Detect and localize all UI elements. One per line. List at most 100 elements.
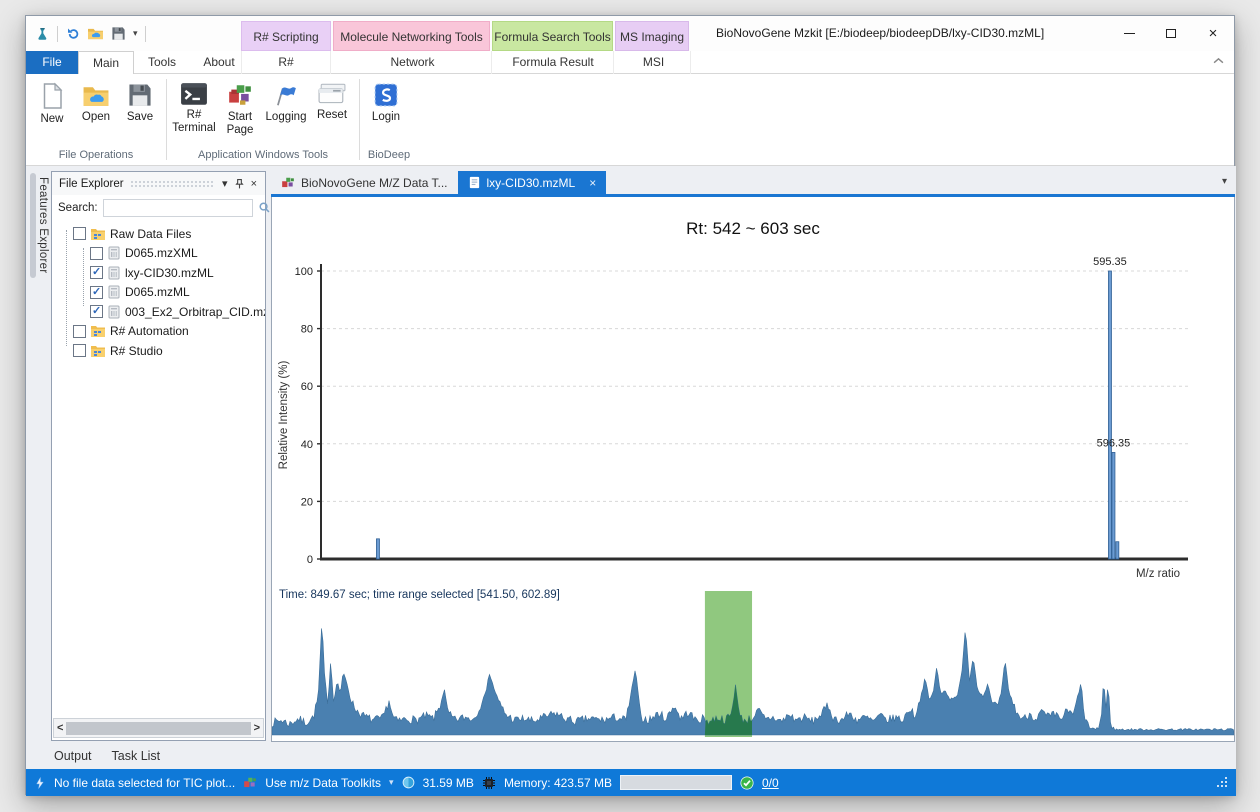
close-icon[interactable]: × <box>589 176 596 190</box>
logging-button[interactable]: Logging <box>263 79 309 137</box>
tree-guide <box>83 248 84 306</box>
tree-item-r-automation[interactable]: R# Automation <box>52 322 265 342</box>
panel-menu-icon[interactable]: ▾ <box>219 177 231 190</box>
file-explorer-header: File Explorer ▾ × <box>52 172 265 195</box>
doc-tab-label: lxy-CID30.mzML <box>487 176 576 190</box>
search-input[interactable] <box>103 199 253 217</box>
document-content: Rt: 542 ~ 603 sec 020406080100595.35596.… <box>271 197 1235 742</box>
checkbox[interactable] <box>90 247 103 260</box>
vertical-scrollbar[interactable] <box>30 173 36 278</box>
save-icon <box>127 82 153 108</box>
start-page-icon <box>227 82 253 108</box>
checkbox[interactable] <box>73 227 86 240</box>
status-message: No file data selected for TIC plot... <box>54 776 235 790</box>
tree-label: Raw Data Files <box>110 227 191 241</box>
svg-text:595.35: 595.35 <box>1093 257 1127 268</box>
resize-grip[interactable] <box>1216 776 1229 789</box>
doc-tab-lxy-cid30[interactable]: lxy-CID30.mzML × <box>458 171 607 194</box>
mz-file-icon <box>107 305 121 319</box>
toolkit-icon <box>243 776 257 790</box>
tab-file[interactable]: File <box>26 51 78 74</box>
checkbox[interactable] <box>90 305 103 318</box>
svg-text:20: 20 <box>301 496 313 508</box>
tab-overflow-icon[interactable]: ▾ <box>1222 176 1227 187</box>
save-button[interactable]: Save <box>118 79 162 126</box>
doc-tab-label: BioNovoGene M/Z Data T... <box>301 176 448 190</box>
spectrum-title: Rt: 542 ~ 603 sec <box>272 219 1234 239</box>
quick-access-toolbar: ▾ <box>35 16 146 51</box>
tab-tools[interactable]: Tools <box>134 51 190 74</box>
ribbon-tab-row: File Main Tools About R# Network Formula… <box>26 51 1234 74</box>
start-page-button[interactable]: Start Page <box>217 79 263 137</box>
close-button[interactable]: × <box>1192 16 1234 51</box>
document-tab-strip: BioNovoGene M/Z Data T... lxy-CID30.mzML… <box>271 171 1235 194</box>
check-circle-icon <box>740 776 754 790</box>
task-counter-link[interactable]: 0/0 <box>762 776 779 790</box>
mz-file-icon <box>107 285 121 299</box>
progress-bar <box>620 775 732 790</box>
chevron-down-icon[interactable]: ▾ <box>389 777 394 788</box>
document-icon <box>468 176 481 189</box>
svg-text:Relative Intensity (%): Relative Intensity (%) <box>278 361 290 470</box>
memory-chip-icon <box>482 776 496 790</box>
save-icon[interactable] <box>111 26 126 41</box>
tic-chromatogram-chart[interactable] <box>272 591 1234 741</box>
svg-text:80: 80 <box>301 324 313 336</box>
tab-formula-result[interactable]: Formula Result <box>493 51 614 74</box>
tab-main[interactable]: Main <box>78 51 134 75</box>
minimize-button[interactable] <box>1108 16 1150 51</box>
undo-icon[interactable] <box>65 26 80 41</box>
search-row: Search: <box>52 195 265 220</box>
toolkit-dropdown[interactable]: Use m/z Data Toolkits <box>265 776 381 790</box>
features-explorer-strip[interactable]: Features Explorer <box>26 171 51 741</box>
reset-button[interactable]: Reset <box>309 79 355 137</box>
search-label: Search: <box>58 202 98 214</box>
horizontal-scrollbar[interactable]: < > <box>53 718 264 738</box>
maximize-button[interactable] <box>1150 16 1192 51</box>
close-icon[interactable]: × <box>248 178 260 190</box>
app-flask-icon <box>35 26 50 42</box>
login-button[interactable]: Login <box>364 79 408 124</box>
tree-item-r-studio[interactable]: R# Studio <box>52 341 265 361</box>
pin-icon[interactable] <box>231 178 248 190</box>
tab-output[interactable]: Output <box>54 749 92 763</box>
data-folder-icon <box>90 324 106 338</box>
new-button[interactable]: New <box>30 79 74 126</box>
title-bar: ▾ R# Scripting Molecule Networking Tools… <box>26 16 1234 51</box>
window-title: BioNovoGene Mzkit [E:/biodeep/biodeepDB/… <box>716 16 1044 51</box>
search-icon[interactable] <box>258 201 271 214</box>
network-usage-value: 31.59 MB <box>423 776 474 790</box>
scrollbar-thumb[interactable] <box>66 722 250 735</box>
checkbox[interactable] <box>90 266 103 279</box>
ribbon-collapse-icon[interactable] <box>1213 57 1224 64</box>
status-bar: No file data selected for TIC plot... Us… <box>26 769 1236 796</box>
mz-file-icon <box>107 246 121 260</box>
tree-label: lxy-CID30.mzML <box>125 266 214 280</box>
tree-guide <box>66 230 67 346</box>
r-terminal-button[interactable]: R# Terminal <box>171 79 217 137</box>
group-label: Application Windows Tools <box>167 149 359 165</box>
tab-about[interactable]: About <box>190 51 248 74</box>
file-explorer-panel: File Explorer ▾ × Search: <box>51 171 266 741</box>
chevron-down-icon[interactable]: ▾ <box>133 29 138 38</box>
checkbox[interactable] <box>73 325 86 338</box>
tab-msi[interactable]: MSI <box>617 51 691 74</box>
tab-rsharp[interactable]: R# <box>241 51 331 74</box>
checkbox[interactable] <box>73 344 86 357</box>
tree-item-raw-data-files[interactable]: Raw Data Files <box>52 224 265 244</box>
open-button[interactable]: Open <box>74 79 118 126</box>
features-explorer-tab[interactable]: Features Explorer <box>37 177 49 274</box>
tab-task-list[interactable]: Task List <box>112 749 161 763</box>
doc-tab-mz-data-toolkit[interactable]: BioNovoGene M/Z Data T... <box>271 171 458 194</box>
logging-flag-icon <box>273 82 299 108</box>
checkbox[interactable] <box>90 286 103 299</box>
panel-title: File Explorer <box>59 178 124 190</box>
open-folder-icon[interactable] <box>87 26 104 41</box>
tab-network[interactable]: Network <box>334 51 492 74</box>
scroll-left-icon[interactable]: < <box>57 723 63 734</box>
group-biodeep: Login BioDeep <box>360 74 418 165</box>
separator <box>145 26 146 42</box>
document-area: BioNovoGene M/Z Data T... lxy-CID30.mzML… <box>271 171 1235 744</box>
scroll-right-icon[interactable]: > <box>254 723 260 734</box>
ms2-spectrum-chart[interactable]: 020406080100595.35596.35M/z ratioRelativ… <box>272 257 1234 587</box>
